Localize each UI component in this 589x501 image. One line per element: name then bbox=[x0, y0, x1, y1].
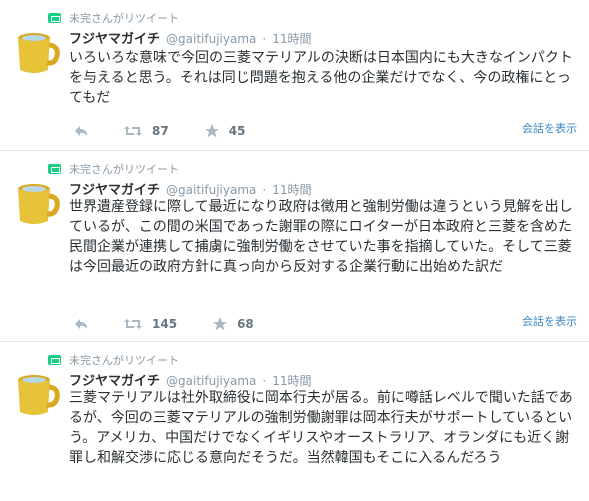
view-conversation-link[interactable]: 会話を表示 bbox=[522, 313, 577, 329]
retweet-icon bbox=[124, 319, 142, 329]
retweeted-by-label[interactable]: 未完さんがリツイート bbox=[69, 352, 179, 368]
avatar[interactable] bbox=[12, 370, 60, 418]
retweet-button[interactable]: 87 bbox=[124, 124, 169, 138]
separator: · bbox=[262, 32, 267, 46]
retweet-icon bbox=[48, 164, 61, 174]
tweet-text: いろいろな意味で今回の三菱マテリアルの決断は日本国内にも大きなインパクトを与える… bbox=[69, 50, 573, 106]
favorite-button[interactable]: 45 bbox=[204, 124, 246, 138]
retweet-count: 145 bbox=[152, 317, 178, 331]
tweet[interactable]: 未完さんがリツイート フジヤマガイチ @gaitifujiyama · 11時間… bbox=[0, 0, 589, 151]
reply-button[interactable] bbox=[74, 318, 88, 330]
display-name[interactable]: フジヤマガイチ bbox=[69, 370, 160, 389]
handle[interactable]: @gaitifujiyama bbox=[166, 183, 256, 197]
tweet-text: 三菱マテリアルは社外取締役に岡本行夫が居る。前に噂話レベルで聞いた話であるが、今… bbox=[69, 390, 573, 466]
retweet-icon bbox=[124, 126, 142, 136]
display-name[interactable]: フジヤマガイチ bbox=[69, 28, 160, 47]
timestamp[interactable]: 11時間 bbox=[272, 30, 311, 47]
avatar[interactable] bbox=[12, 28, 60, 76]
retweet-context: 未完さんがリツイート bbox=[48, 10, 179, 26]
mug-icon bbox=[18, 33, 60, 73]
retweeted-by-label[interactable]: 未完さんがリツイート bbox=[69, 10, 179, 26]
favorite-button[interactable]: 68 bbox=[213, 317, 254, 331]
timestamp[interactable]: 11時間 bbox=[272, 372, 311, 389]
separator: · bbox=[262, 374, 267, 388]
retweet-count: 87 bbox=[152, 124, 169, 138]
retweeted-by-label[interactable]: 未完さんがリツイート bbox=[69, 161, 179, 177]
author-row: フジヤマガイチ @gaitifujiyama · 11時間 bbox=[69, 28, 311, 47]
separator: · bbox=[262, 183, 267, 197]
reply-icon bbox=[75, 319, 87, 329]
timestamp[interactable]: 11時間 bbox=[272, 181, 311, 198]
favorite-count: 68 bbox=[237, 317, 254, 331]
tweet-actions: 145 68 bbox=[74, 317, 290, 331]
retweet-icon bbox=[48, 13, 61, 23]
avatar[interactable] bbox=[12, 179, 60, 227]
reply-icon bbox=[75, 126, 87, 136]
author-row: フジヤマガイチ @gaitifujiyama · 11時間 bbox=[69, 179, 311, 198]
display-name[interactable]: フジヤマガイチ bbox=[69, 179, 160, 198]
retweet-context: 未完さんがリツイート bbox=[48, 161, 179, 177]
retweet-context: 未完さんがリツイート bbox=[48, 352, 179, 368]
star-icon bbox=[213, 317, 228, 331]
star-icon bbox=[204, 124, 219, 138]
handle[interactable]: @gaitifujiyama bbox=[166, 374, 256, 388]
retweet-icon bbox=[48, 355, 61, 365]
reply-button[interactable] bbox=[74, 125, 88, 137]
tweet-text: 世界遺産登録に際して最近になり政府は徴用と強制労働は違うという見解を出しているが… bbox=[69, 199, 573, 275]
tweet-actions: 87 45 bbox=[74, 124, 281, 138]
retweet-button[interactable]: 145 bbox=[124, 317, 177, 331]
tweet[interactable]: 未完さんがリツイート フジヤマガイチ @gaitifujiyama · 11時間… bbox=[0, 151, 589, 342]
mug-icon bbox=[18, 375, 60, 415]
author-row: フジヤマガイチ @gaitifujiyama · 11時間 bbox=[69, 370, 311, 389]
tweet[interactable]: 未完さんがリツイート フジヤマガイチ @gaitifujiyama · 11時間… bbox=[0, 342, 589, 501]
mug-icon bbox=[18, 184, 60, 224]
view-conversation-link[interactable]: 会話を表示 bbox=[522, 120, 577, 136]
favorite-count: 45 bbox=[228, 124, 246, 138]
handle[interactable]: @gaitifujiyama bbox=[166, 32, 256, 46]
